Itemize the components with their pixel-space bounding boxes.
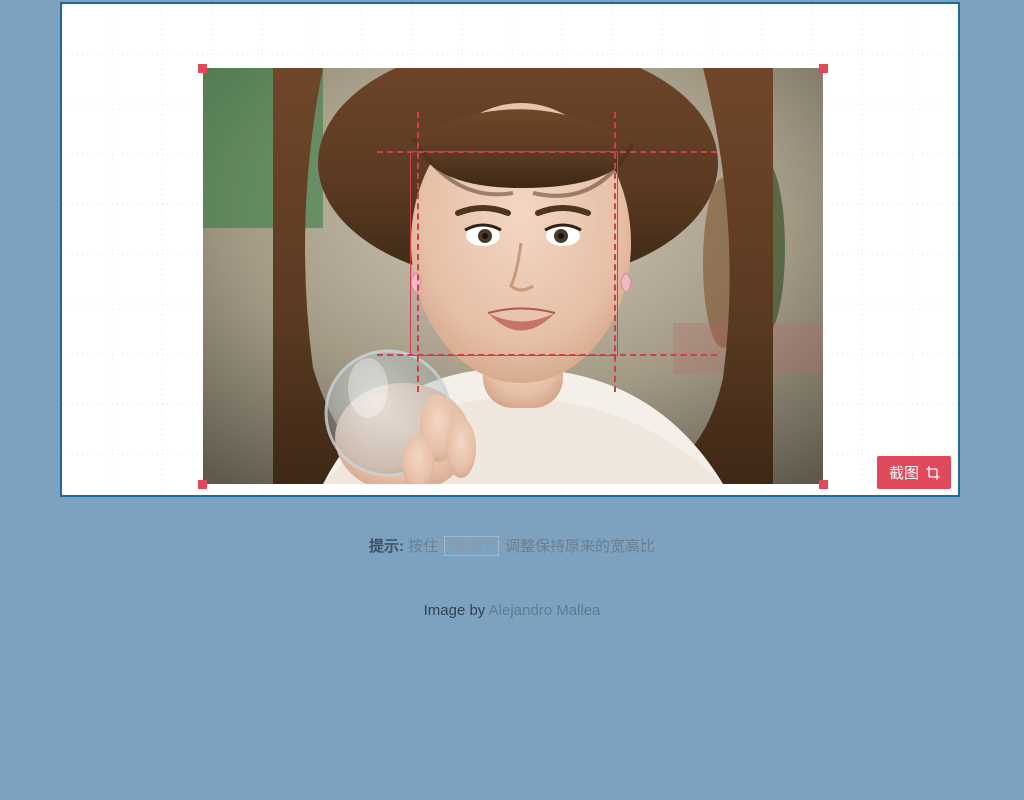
credit-prefix: Image by (424, 602, 489, 619)
crop-guide-vertical-right (614, 112, 616, 392)
shift-key-hint: SHIFT (444, 536, 498, 556)
tip-after-key: 调整保持原来的宽高比 (501, 538, 655, 555)
crop-stage: 截图 (60, 2, 960, 497)
photo-placeholder (203, 68, 823, 484)
crop-button-label: 截图 (889, 462, 919, 483)
crop-guide-vertical-left (417, 112, 419, 392)
crop-guide-horizontal-top (377, 151, 717, 153)
crop-button[interactable]: 截图 (877, 456, 951, 489)
resize-handle-top-right[interactable] (819, 64, 828, 73)
tip-prefix: 提示: (369, 538, 404, 555)
image-region[interactable] (203, 68, 823, 484)
tip-line: 提示: 按住 SHIFT 调整保持原来的宽高比 (0, 535, 1024, 556)
resize-handle-bottom-right[interactable] (819, 480, 828, 489)
crop-guide-horizontal-bottom (377, 354, 717, 356)
tip-before-key: 按住 (404, 538, 442, 555)
credit-line: Image by Alejandro Mallea (0, 602, 1024, 619)
resize-handle-top-left[interactable] (198, 64, 207, 73)
resize-handle-bottom-left[interactable] (198, 480, 207, 489)
credit-author-link[interactable]: Alejandro Mallea (489, 602, 601, 619)
crop-icon (925, 465, 941, 481)
